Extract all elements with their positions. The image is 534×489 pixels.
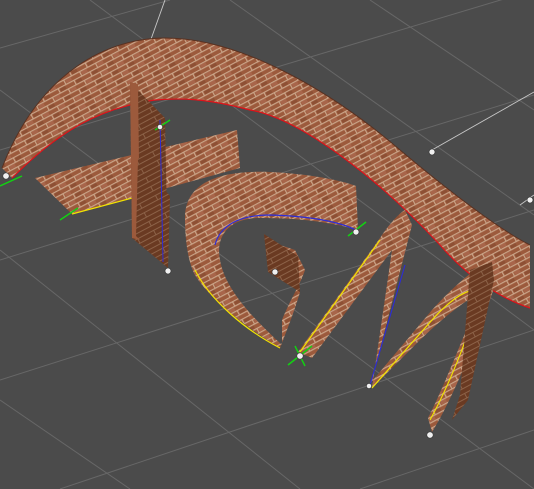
scene-canvas[interactable] — [0, 0, 534, 489]
gizmo-handle[interactable] — [428, 148, 436, 156]
gizmo-handle[interactable] — [164, 267, 172, 275]
gizmo-handle[interactable] — [366, 383, 372, 389]
gizmo-handle[interactable] — [526, 196, 534, 204]
3d-viewport[interactable] — [0, 0, 534, 489]
gizmo-handle[interactable] — [426, 431, 434, 439]
gizmo-handle[interactable] — [271, 268, 279, 276]
